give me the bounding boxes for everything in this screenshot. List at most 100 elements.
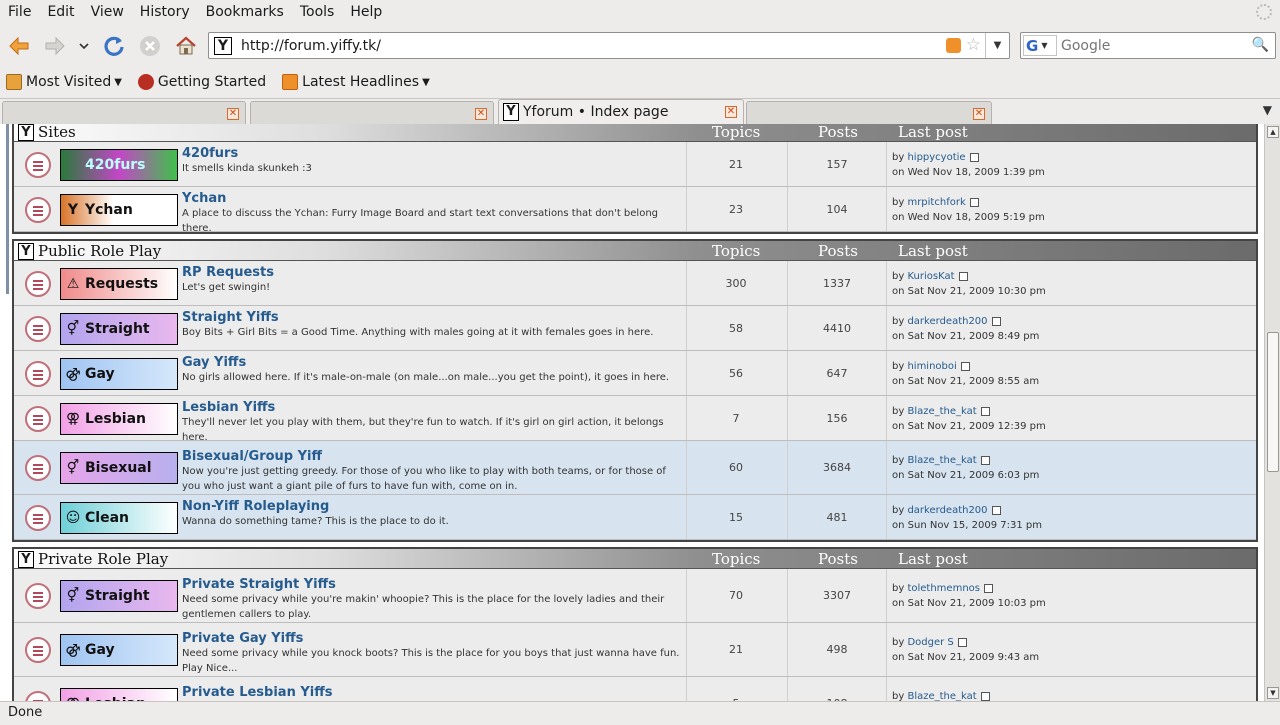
tab-active[interactable]: Y Yforum • Index page ✕ <box>498 99 744 125</box>
forum-read-icon <box>25 637 51 663</box>
search-engine-icon[interactable]: G ▼ <box>1023 35 1057 56</box>
home-button[interactable] <box>172 30 200 62</box>
close-tab-icon[interactable]: ✕ <box>973 108 985 120</box>
forum-row: ☺ Clean Non-Yiff Roleplaying Wanna do somet… <box>14 495 1256 540</box>
last-post-user[interactable]: Dodger S <box>907 637 953 648</box>
close-tab-icon[interactable]: ✕ <box>475 108 487 120</box>
view-latest-post-icon[interactable] <box>980 406 990 416</box>
close-tab-icon[interactable]: ✕ <box>227 108 239 120</box>
stop-icon <box>140 36 160 56</box>
forum-link[interactable]: Gay Yiffs <box>182 355 246 370</box>
forum-banner[interactable]: ⚣ Gay <box>60 634 178 666</box>
last-post-user[interactable]: darkerdeath200 <box>907 505 987 516</box>
section-title: Private Role Play <box>38 550 169 568</box>
url-text[interactable]: http://forum.yiffy.tk/ <box>241 38 381 54</box>
search-input[interactable] <box>1061 36 1251 55</box>
column-divider <box>686 569 687 622</box>
forum-banner[interactable]: ⚥ Straight <box>60 580 178 612</box>
forum-link[interactable]: Private Straight Yiffs <box>182 577 336 592</box>
forum-banner[interactable]: ⚣ Gay <box>60 358 178 390</box>
forum-link[interactable]: Lesbian Yiffs <box>182 400 275 415</box>
url-bar[interactable]: Y http://forum.yiffy.tk/ ☆ ▼ <box>208 32 1010 59</box>
forum-banner[interactable]: ☺ Clean <box>60 502 178 534</box>
last-post-user[interactable]: hippycyotie <box>907 152 965 163</box>
history-dropdown-button[interactable] <box>74 30 94 62</box>
forum-banner[interactable]: Y Ychan <box>60 194 178 226</box>
topics-count: 21 <box>729 643 743 656</box>
reload-button[interactable] <box>100 30 128 62</box>
forum-link[interactable]: 420furs <box>182 146 238 161</box>
last-post-info: by KuriosKat on Sat Nov 21, 2009 10:30 pm <box>892 269 1046 299</box>
bookmark-star-icon[interactable]: ☆ <box>966 35 981 55</box>
forum-banner[interactable]: 420furs <box>60 149 178 181</box>
bookmark-latest-headlines[interactable]: Latest Headlines ▼ <box>276 74 436 90</box>
forum-read-icon <box>25 505 51 531</box>
menu-edit[interactable]: Edit <box>39 0 82 24</box>
last-post-by: by <box>892 583 905 594</box>
scroll-down-arrow-icon[interactable]: ▼ <box>1267 687 1279 699</box>
tab-2[interactable]: ✕ <box>250 101 494 125</box>
forum-banner[interactable]: ⚢Lesbian <box>60 688 178 701</box>
bookmark-most-visited[interactable]: Most Visited ▼ <box>0 74 128 90</box>
view-latest-post-icon[interactable] <box>969 152 979 162</box>
menu-help[interactable]: Help <box>342 0 390 24</box>
view-latest-post-icon[interactable] <box>958 271 968 281</box>
column-divider <box>686 306 687 350</box>
view-latest-post-icon[interactable] <box>983 583 993 593</box>
view-latest-post-icon[interactable] <box>969 197 979 207</box>
menu-view[interactable]: View <box>83 0 132 24</box>
last-post-user[interactable]: tolethmemnos <box>907 583 980 594</box>
forum-banner[interactable]: ⚠ Requests <box>60 268 178 300</box>
last-post-user[interactable]: himinoboi <box>907 361 956 372</box>
forum-row: ⚢LesbianPrivate Lesbian Yiffs5108by Blaz… <box>14 677 1256 701</box>
last-post-user[interactable]: Blaze_the_kat <box>907 691 976 701</box>
last-post-user[interactable]: Blaze_the_kat <box>907 455 976 466</box>
scroll-thumb[interactable] <box>1267 332 1279 472</box>
tab-4[interactable]: ✕ <box>746 101 992 125</box>
back-button[interactable] <box>4 30 34 62</box>
forum-banner[interactable]: ⚢Lesbian <box>60 403 178 435</box>
column-header-last-post: Last post <box>898 124 968 141</box>
last-post-user[interactable]: KuriosKat <box>907 271 954 282</box>
last-post-user[interactable]: Blaze_the_kat <box>907 406 976 417</box>
last-post-user[interactable]: darkerdeath200 <box>907 316 987 327</box>
last-post-user[interactable]: mrpitchfork <box>907 197 965 208</box>
forum-link[interactable]: Private Gay Yiffs <box>182 631 303 646</box>
forum-link[interactable]: Private Lesbian Yiffs <box>182 685 333 700</box>
menu-bookmarks[interactable]: Bookmarks <box>198 0 292 24</box>
forum-description: Let's get swingin! <box>182 282 271 293</box>
menu-file[interactable]: File <box>0 0 39 24</box>
view-latest-post-icon[interactable] <box>991 316 1001 326</box>
forum-link[interactable]: Straight Yiffs <box>182 310 279 325</box>
view-latest-post-icon[interactable] <box>960 361 970 371</box>
home-icon <box>176 36 196 55</box>
column-header-topics: Topics <box>712 550 761 568</box>
scroll-up-arrow-icon[interactable]: ▲ <box>1267 126 1279 138</box>
view-latest-post-icon[interactable] <box>980 455 990 465</box>
tab-1[interactable]: ✕ <box>2 101 246 125</box>
url-dropdown-button[interactable]: ▼ <box>985 33 1009 58</box>
forum-link[interactable]: Bisexual/Group Yiff <box>182 449 322 464</box>
banner-label: Gay <box>85 366 115 382</box>
column-header-posts: Posts <box>818 124 858 141</box>
view-latest-post-icon[interactable] <box>980 691 990 701</box>
tab-list-chevron-icon[interactable]: ▼ <box>1263 103 1272 117</box>
view-latest-post-icon[interactable] <box>991 505 1001 515</box>
menu-history[interactable]: History <box>132 0 198 24</box>
menu-tools[interactable]: Tools <box>292 0 343 24</box>
forum-link[interactable]: Non-Yiff Roleplaying <box>182 499 329 514</box>
rss-feed-icon[interactable] <box>946 38 961 53</box>
forum-banner[interactable]: ⚥ Bisexual <box>60 452 178 484</box>
magnifier-icon[interactable]: 🔍 <box>1252 37 1269 53</box>
forward-button[interactable] <box>40 30 70 62</box>
forum-banner[interactable]: ⚥ Straight <box>60 313 178 345</box>
forum-description: Boy Bits + Girl Bits = a Good Time. Anyt… <box>182 327 654 338</box>
forum-link[interactable]: RP Requests <box>182 265 274 280</box>
forum-link[interactable]: Ychan <box>182 191 226 206</box>
stop-button[interactable] <box>136 30 164 62</box>
column-divider <box>787 261 788 305</box>
vertical-scrollbar[interactable]: ▲ ▼ <box>1264 124 1280 701</box>
close-tab-icon[interactable]: ✕ <box>725 106 737 118</box>
view-latest-post-icon[interactable] <box>957 637 967 647</box>
bookmark-getting-started[interactable]: Getting Started <box>132 74 272 90</box>
